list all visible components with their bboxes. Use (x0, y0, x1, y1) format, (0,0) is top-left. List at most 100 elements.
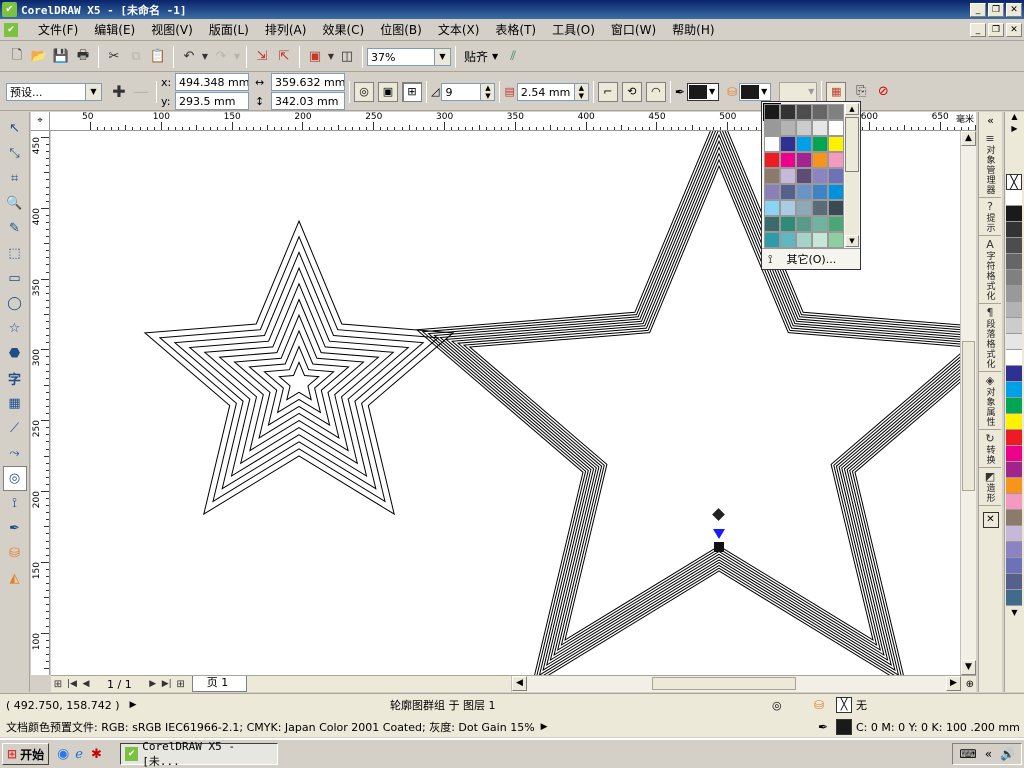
docker-object-props[interactable]: ◈ 对象属性 (979, 372, 1001, 430)
menu-item[interactable]: 编辑(E) (86, 21, 143, 38)
close-button[interactable]: ✕ (1006, 2, 1022, 17)
palette-swatch[interactable] (1006, 494, 1022, 510)
no-color-swatch[interactable]: ╳ (1006, 174, 1022, 190)
horizontal-scrollbar[interactable]: ◀ ▶ (511, 676, 961, 692)
popup-color-swatch[interactable] (764, 216, 780, 232)
popup-color-swatch[interactable] (828, 152, 844, 168)
popup-color-swatch[interactable] (764, 168, 780, 184)
maximize-button[interactable]: ❐ (988, 2, 1004, 17)
profile-arrow-icon[interactable]: ▶ (541, 722, 548, 732)
popup-color-swatch[interactable] (812, 136, 828, 152)
color-path-icon[interactable]: ⟲ (621, 81, 642, 102)
palette-swatch[interactable] (1006, 398, 1022, 414)
palette-swatch[interactable] (1006, 286, 1022, 302)
next-page-icon[interactable]: ▶ (146, 673, 160, 695)
keyboard-icon[interactable]: ⌨ (959, 747, 976, 761)
zoom-dropdown-icon[interactable]: ▼ (435, 47, 451, 66)
menu-item[interactable]: 位图(B) (372, 21, 430, 38)
width-input[interactable]: 359.632 mm (271, 73, 345, 91)
cut-icon[interactable]: ✂ (103, 46, 125, 68)
popup-scroll-up-icon[interactable]: ▲ (845, 103, 859, 115)
popup-color-swatch[interactable] (780, 200, 796, 216)
connector-tool-icon[interactable]: ⤳ (3, 441, 27, 466)
docker-expand-icon[interactable]: « (979, 112, 1002, 130)
menu-item[interactable]: 版面(L) (201, 21, 257, 38)
popup-color-swatch[interactable] (812, 152, 828, 168)
basic-shapes-icon[interactable]: ⬣ (3, 341, 27, 366)
palette-swatch[interactable] (1006, 350, 1022, 366)
pick-tool-icon[interactable]: ↖ (3, 116, 27, 141)
popup-color-swatch[interactable] (764, 200, 780, 216)
prev-page-icon[interactable]: ◀ (79, 673, 93, 695)
menu-item[interactable]: 文件(F) (30, 21, 86, 38)
browser-icon[interactable]: ◉ (57, 746, 69, 762)
vertical-scrollbar[interactable]: ▲ ▼ (960, 131, 976, 675)
snap-label[interactable]: 贴齐 (460, 48, 492, 65)
popup-color-swatch[interactable] (796, 152, 812, 168)
palette-swatch[interactable] (1006, 318, 1022, 334)
menu-item[interactable]: 文本(X) (430, 21, 488, 38)
text-tool-icon[interactable]: 字 (3, 366, 27, 391)
contour-star-small[interactable] (143, 219, 455, 516)
docker-hints[interactable]: ? 提示 (979, 198, 1001, 236)
steps-spinner[interactable]: ▲ ▼ (481, 82, 496, 101)
interactive-fill-icon[interactable]: ◭ (3, 566, 27, 591)
other-colors-button[interactable]: ⟟ 其它(O)... (762, 248, 860, 269)
first-page-icon[interactable]: |◀ (65, 673, 79, 695)
popup-color-swatch[interactable] (796, 168, 812, 184)
contour-outside-icon[interactable]: ⊞ (402, 81, 422, 102)
outline-color-swatch[interactable] (688, 84, 707, 99)
doc-minimize-button[interactable]: _ (970, 22, 986, 37)
popup-color-swatch[interactable] (763, 103, 781, 121)
docker-object-manager[interactable]: ≡ 对象管理器 (979, 130, 1001, 198)
menu-item[interactable]: 工具(O) (544, 21, 603, 38)
palette-swatch[interactable] (1006, 430, 1022, 446)
contour-to-center-icon[interactable]: ◎ (354, 81, 374, 102)
palette-swatch[interactable] (1006, 574, 1022, 590)
scroll-right-icon[interactable]: ▶ (946, 676, 961, 691)
export-icon[interactable]: ⇱ (273, 46, 295, 68)
clear-contour-icon[interactable]: ⊘ (872, 81, 894, 103)
popup-color-swatch[interactable] (828, 120, 844, 136)
docker-shaping[interactable]: ◩ 造形 (979, 468, 1001, 506)
vertical-ruler[interactable]: 450 400 350 300 250 200 150 100 (31, 131, 50, 675)
preset-dropdown-icon[interactable]: ▼ (86, 82, 102, 101)
popup-color-swatch[interactable] (780, 216, 796, 232)
popup-color-swatch[interactable] (828, 200, 844, 216)
add-preset-icon[interactable]: ✚ (108, 81, 130, 103)
import-icon[interactable]: ⇲ (251, 46, 273, 68)
popup-color-swatch[interactable] (812, 120, 828, 136)
palette-swatch[interactable] (1006, 542, 1022, 558)
contour-tool-icon[interactable]: ◎ (2, 466, 27, 491)
blend-color-picker[interactable]: ▼ (779, 81, 818, 102)
popup-color-swatch[interactable] (828, 136, 844, 152)
popup-color-swatch[interactable] (796, 232, 812, 248)
popup-color-swatch[interactable] (812, 216, 828, 232)
contour-steps-input[interactable]: 9 (441, 82, 482, 101)
popup-color-swatch[interactable] (796, 184, 812, 200)
docker-char-format[interactable]: A 字符格式化 (979, 236, 1001, 304)
fill-tool-icon[interactable]: ⛁ (3, 541, 27, 566)
add-page-before-icon[interactable]: ⊞ (51, 673, 65, 695)
popup-color-swatch[interactable] (796, 136, 812, 152)
contour-offset-input[interactable]: 2.54 mm (516, 82, 575, 101)
palette-scroll-up-icon[interactable]: ▲ (1005, 112, 1024, 124)
menu-item[interactable]: 排列(A) (257, 21, 315, 38)
horizontal-scroll-thumb[interactable] (652, 677, 796, 690)
popup-color-swatch[interactable] (828, 104, 844, 120)
docker-transform[interactable]: ↻ 转换 (979, 430, 1001, 468)
outline-color-picker[interactable]: ▼ (686, 82, 720, 101)
rectangle-tool-icon[interactable]: ▭ (3, 266, 27, 291)
popup-color-swatch[interactable] (812, 104, 828, 120)
undo-dropdown-icon[interactable]: ▼ (200, 46, 210, 68)
status-arrow-icon[interactable]: ▶ (130, 700, 137, 710)
y-position-input[interactable]: 293.5 mm (175, 92, 249, 110)
palette-swatch[interactable] (1006, 302, 1022, 318)
popup-color-swatch[interactable] (796, 120, 812, 136)
new-icon[interactable]: 🗋 (6, 46, 28, 68)
palette-swatch[interactable] (1006, 334, 1022, 350)
doc-restore-button[interactable]: ❐ (988, 22, 1004, 37)
snap-dropdown-icon[interactable]: ▼ (492, 52, 498, 61)
preset-select[interactable]: 预设... (6, 82, 86, 101)
outline-color-status-swatch[interactable] (836, 719, 852, 735)
